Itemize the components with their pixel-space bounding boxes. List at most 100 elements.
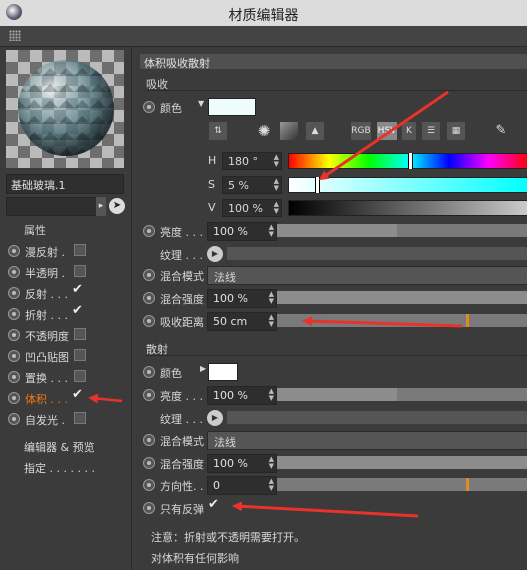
rgb-button[interactable]: RGB [351, 122, 371, 140]
spinner-icon[interactable]: ▲ ▼ [269, 388, 274, 402]
brightness-input[interactable]: 100 % ▲ ▼ [207, 386, 277, 405]
checkbox[interactable] [74, 328, 86, 340]
brightness-slider[interactable] [277, 224, 527, 237]
spinner-icon[interactable]: ▲ ▼ [269, 478, 274, 492]
assign-item[interactable]: 指定 . . . . . . . [24, 460, 95, 476]
radio-icon[interactable] [143, 315, 155, 327]
radio-icon[interactable] [8, 413, 20, 425]
radio-icon[interactable] [8, 329, 20, 341]
blend-strength-slider[interactable] [277, 291, 527, 304]
hue-slider[interactable] [288, 153, 527, 169]
grip-icon[interactable] [9, 30, 21, 41]
spinner-icon[interactable]: ▲ ▼ [274, 201, 279, 215]
radio-icon[interactable] [143, 479, 155, 491]
channel-emission[interactable]: 自发光 . [8, 410, 128, 428]
slider-marker[interactable] [466, 314, 469, 327]
texture-slot[interactable] [227, 411, 527, 424]
channel-luminance[interactable]: 半透明 . [8, 263, 128, 281]
radio-icon[interactable] [8, 392, 20, 404]
channel-bump[interactable]: 凹凸贴图 [8, 347, 128, 365]
radio-icon[interactable] [8, 245, 20, 257]
channel-volume[interactable]: 体积 . . . ✔ [8, 387, 128, 407]
radio-icon[interactable] [8, 266, 20, 278]
check-icon[interactable]: ✔ [208, 497, 219, 512]
blend-mode-dropdown[interactable]: 法线 [207, 431, 527, 450]
blend-strength-slider[interactable] [277, 456, 527, 469]
checkbox[interactable] [74, 412, 86, 424]
texture-menu-icon[interactable]: ▶ [207, 246, 223, 262]
brightness-slider[interactable] [277, 388, 527, 401]
channel-refraction[interactable]: 折射 . . . ✔ [8, 303, 128, 323]
expand-triangle-icon[interactable]: ▶ [200, 364, 206, 373]
direction-slider[interactable] [277, 478, 527, 491]
channel-opacity[interactable]: 不透明度 [8, 326, 128, 344]
eyedropper-icon[interactable]: ✎ [492, 122, 510, 140]
check-icon[interactable]: ✔ [72, 303, 83, 318]
hsv-button[interactable]: HSV [377, 122, 397, 140]
combo-arrow-icon[interactable]: ▸ [96, 197, 106, 216]
radio-icon[interactable] [8, 371, 20, 383]
checkbox[interactable] [74, 349, 86, 361]
spinner-icon[interactable]: ▲ ▼ [269, 224, 274, 238]
spinner-icon[interactable]: ▲ ▼ [269, 456, 274, 470]
radio-icon[interactable] [8, 350, 20, 362]
hue-thumb[interactable] [408, 153, 413, 169]
value-slider[interactable] [288, 200, 527, 216]
radio-icon[interactable] [143, 457, 155, 469]
radio-icon[interactable] [8, 308, 20, 320]
radio-icon[interactable] [143, 389, 155, 401]
blend-mode-dropdown[interactable]: 法线 [207, 266, 527, 285]
distance-input[interactable]: 50 cm ▲ ▼ [207, 312, 277, 331]
check-icon[interactable]: ✔ [72, 282, 83, 297]
brightness-input[interactable]: 100 % ▲ ▼ [207, 222, 277, 241]
channel-displacement[interactable]: 置换 . . . [8, 368, 128, 386]
checkbox[interactable] [74, 265, 86, 277]
checkbox[interactable] [74, 370, 86, 382]
blend-strength-input[interactable]: 100 % ▲ ▼ [207, 454, 277, 473]
scatter-color-swatch[interactable] [208, 363, 238, 381]
image-icon[interactable]: ▲ [306, 122, 324, 140]
radio-icon[interactable] [143, 502, 155, 514]
swatches-icon[interactable]: ▦ [447, 122, 465, 140]
sliders-icon[interactable]: ☰ [422, 122, 440, 140]
texture-slot[interactable] [227, 247, 527, 260]
spinner-icon[interactable]: ▲ ▼ [274, 154, 279, 168]
radio-icon[interactable] [143, 269, 155, 281]
radio-icon[interactable] [8, 287, 20, 299]
h-input[interactable]: 180 ° ▲ ▼ [222, 152, 282, 170]
slider-marker[interactable] [466, 478, 469, 491]
distance-slider[interactable] [277, 314, 527, 327]
channel-diffuse[interactable]: 漫反射 . [8, 242, 128, 260]
blend-strength-input[interactable]: 100 % ▲ ▼ [207, 289, 277, 308]
channel-reflection[interactable]: 反射 . . . ✔ [8, 282, 128, 302]
radio-icon[interactable] [143, 434, 155, 446]
v-input[interactable]: 100 % ▲ ▼ [222, 199, 282, 217]
absorption-color-swatch[interactable] [208, 98, 256, 116]
eyedropper-mode-icon[interactable]: ⇅ [209, 122, 227, 140]
editor-preview-item[interactable]: 编辑器 & 预览 [24, 439, 95, 455]
material-name-field[interactable]: 基础玻璃.1 [6, 174, 124, 194]
color-wheel-icon[interactable]: ✺ [255, 122, 273, 140]
layer-combo[interactable] [6, 197, 98, 216]
s-input[interactable]: 5 % ▲ ▼ [222, 176, 282, 194]
material-preview[interactable] [6, 50, 124, 168]
spinner-icon[interactable]: ▲ ▼ [274, 178, 279, 192]
kelvin-button[interactable]: K [402, 122, 416, 140]
spinner-icon[interactable]: ▲ ▼ [269, 291, 274, 305]
checkbox[interactable] [74, 244, 86, 256]
texture-menu-icon[interactable]: ▶ [207, 410, 223, 426]
radio-icon[interactable] [143, 225, 155, 237]
expand-triangle-icon[interactable]: ▼ [198, 99, 204, 108]
radio-icon[interactable] [143, 101, 155, 113]
radio-icon[interactable] [143, 292, 155, 304]
spectrum-icon[interactable] [280, 122, 298, 140]
cursor-icon[interactable]: ➤ [109, 198, 125, 214]
check-icon[interactable]: ✔ [72, 387, 83, 402]
radio-icon[interactable] [143, 366, 155, 378]
channel-label: 自发光 . [25, 414, 65, 427]
saturation-slider[interactable] [288, 177, 527, 193]
spinner-icon[interactable]: ▲ ▼ [269, 314, 274, 328]
scatter-blend-strength-row: 混合强度 100 % ▲ ▼ [140, 453, 527, 473]
direction-input[interactable]: 0 ▲ ▼ [207, 476, 277, 495]
saturation-thumb[interactable] [314, 177, 320, 193]
